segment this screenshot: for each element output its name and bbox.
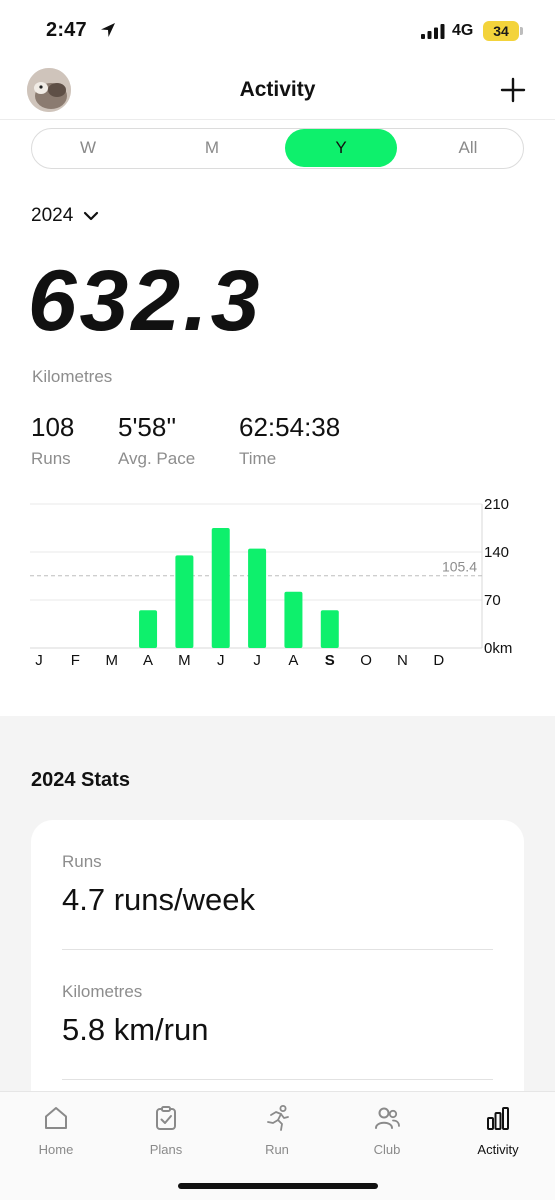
tab-home[interactable]: Home: [11, 1104, 101, 1157]
runner-icon: [267, 1105, 289, 1131]
chevron-down-icon: [84, 211, 99, 221]
x-tick-label: S: [325, 652, 335, 669]
header-divider: [0, 119, 555, 120]
y-tick-label: 70: [484, 592, 501, 609]
stat-runs: Runs 4.7 runs/week: [62, 852, 255, 918]
tab-club-label: Club: [373, 1142, 401, 1157]
chart-bar: [248, 548, 267, 648]
chart-bar: [175, 555, 194, 648]
total-distance: 632.3: [27, 253, 263, 349]
signal-icon: [421, 24, 445, 39]
summary-time: 62:54:38 Time: [239, 412, 340, 469]
summary-runs: 108 Runs: [31, 412, 74, 469]
tab-year[interactable]: Y: [285, 129, 397, 167]
stat-runs-label: Runs: [62, 852, 102, 871]
x-tick-label: J: [35, 652, 43, 669]
x-tick-label: J: [253, 652, 261, 669]
page-title: Activity: [239, 78, 316, 101]
x-tick-label: N: [397, 652, 408, 669]
clipboard-check-icon: [156, 1106, 176, 1130]
tab-run[interactable]: Run: [232, 1104, 322, 1157]
tab-month[interactable]: M: [156, 129, 268, 167]
tab-home-label: Home: [38, 1142, 74, 1157]
y-tick-label: 0km: [484, 640, 512, 657]
year-label: 2024: [31, 205, 74, 226]
home-icon: [45, 1107, 67, 1129]
x-tick-label: A: [143, 652, 153, 669]
stat-km-value: 5.8 km/run: [62, 1012, 209, 1047]
stat-runs-value: 4.7 runs/week: [62, 882, 255, 917]
pace-value: 5'58'': [118, 412, 177, 442]
y-tick-label: 210: [484, 496, 509, 513]
x-tick-label: M: [105, 652, 118, 669]
x-tick-label: O: [360, 652, 372, 669]
runs-value: 108: [31, 412, 75, 442]
time-value: 62:54:38: [239, 412, 341, 442]
monthly-distance-chart: 210 140 70 0km 105.4 J F M A M J J A S O N D: [30, 496, 512, 669]
stat-km-label: Kilometres: [62, 982, 143, 1001]
x-tick-label: J: [217, 652, 225, 669]
home-indicator: [178, 1183, 378, 1189]
runs-label: Runs: [31, 449, 71, 468]
header: Activity: [0, 62, 555, 120]
average-line-label: 105.4: [442, 559, 477, 575]
stat-kilometres: Kilometres 5.8 km/run: [62, 982, 208, 1048]
distance-unit-label: Kilometres: [32, 367, 113, 386]
plus-icon[interactable]: [498, 75, 528, 105]
location-arrow-icon: [101, 23, 115, 37]
x-tick-label: A: [288, 652, 298, 669]
stat-divider: [62, 1079, 493, 1080]
x-tick-label: M: [178, 652, 191, 669]
tab-all[interactable]: All: [412, 129, 524, 167]
y-tick-label: 140: [484, 544, 509, 561]
tab-week[interactable]: W: [32, 129, 144, 167]
tab-plans[interactable]: Plans: [121, 1104, 211, 1157]
status-bar: 2:47 4G 34: [0, 0, 555, 62]
network-type: 4G: [452, 22, 474, 39]
people-icon: [375, 1107, 400, 1129]
chart-bar: [284, 591, 303, 648]
pace-label: Avg. Pace: [118, 449, 196, 468]
chart-bar: [139, 610, 158, 648]
tab-activity[interactable]: Activity: [453, 1104, 543, 1157]
time-label: Time: [239, 449, 277, 468]
period-selector: W M Y All: [31, 128, 524, 169]
chart-bar: [211, 528, 230, 648]
battery-icon: 34: [483, 21, 519, 41]
summary-pace: 5'58'' Avg. Pace: [118, 412, 195, 469]
battery-tip: [520, 27, 523, 35]
stat-divider: [62, 949, 493, 950]
status-time: 2:47: [46, 19, 87, 41]
x-tick-label: D: [433, 652, 444, 669]
bar-chart-icon: [487, 1107, 509, 1130]
tab-run-label: Run: [265, 1142, 289, 1157]
stats-title: 2024 Stats: [31, 769, 130, 791]
tab-plans-label: Plans: [149, 1142, 183, 1157]
chart-bar: [320, 610, 339, 648]
year-selector[interactable]: 2024: [31, 203, 99, 229]
tab-club[interactable]: Club: [342, 1104, 432, 1157]
x-tick-label: F: [71, 652, 80, 669]
tab-activity-label: Activity: [477, 1142, 519, 1157]
